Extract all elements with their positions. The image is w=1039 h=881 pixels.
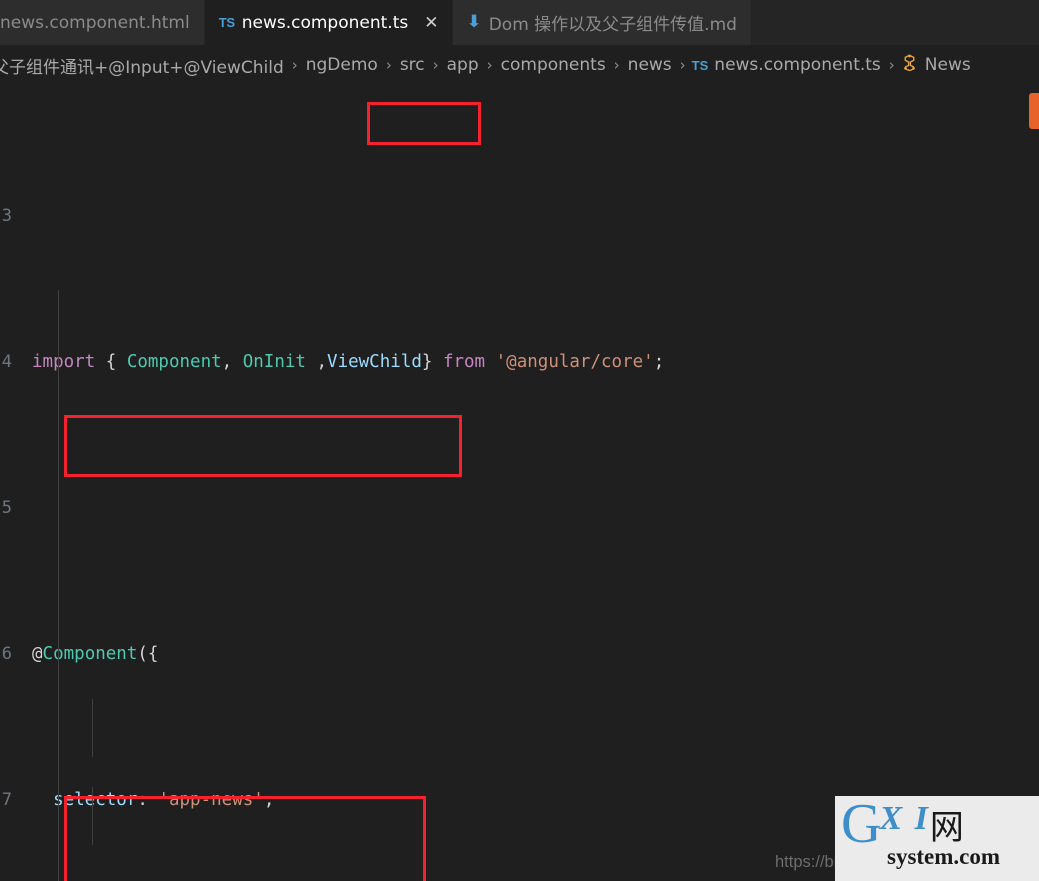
code-line: 6 @Component({ xyxy=(0,640,1039,669)
indent-guide xyxy=(58,436,59,881)
line-number: 6 xyxy=(1,643,12,664)
breadcrumb-item-news[interactable]: news xyxy=(626,55,674,75)
code-editor[interactable]: 3 4 import { Component, OnInit ,ViewChil… xyxy=(0,85,1039,881)
watermark-char-wang: 网 xyxy=(929,808,964,848)
breadcrumb-item-src[interactable]: src xyxy=(398,55,427,75)
breadcrumb-separator-icon: › xyxy=(486,56,493,74)
line-number: 7 xyxy=(1,789,12,810)
typescript-file-icon: TS xyxy=(691,57,709,73)
breadcrumb-item-project[interactable]: 父子组件通讯+@Input+@ViewChild xyxy=(0,53,286,78)
indent-guide xyxy=(58,290,59,436)
watermark-domain: system.com xyxy=(887,844,1001,869)
line-number: 4 xyxy=(1,351,12,372)
breadcrumb-item-components[interactable]: components xyxy=(499,55,608,75)
breadcrumb-separator-icon: › xyxy=(385,56,392,74)
code-line: 4 import { Component, OnInit ,ViewChild}… xyxy=(0,348,1039,377)
breadcrumb: 父子组件通讯+@Input+@ViewChild › ngDemo › src … xyxy=(0,45,1039,85)
breadcrumb-item-symbol[interactable]: News xyxy=(923,55,973,75)
tab-label: news.component.ts xyxy=(241,12,409,33)
code-content[interactable]: 3 4 import { Component, OnInit ,ViewChil… xyxy=(0,85,1039,881)
watermark-letter-g: G xyxy=(841,796,882,855)
breadcrumb-item-app[interactable]: app xyxy=(445,55,481,75)
breadcrumb-separator-icon: › xyxy=(291,56,298,74)
watermark-letters-xi: X I xyxy=(879,800,930,837)
tab-dom-markdown[interactable]: ⬇ Dom 操作以及父子组件传值.md xyxy=(453,0,752,45)
tab-label: news.component.html xyxy=(0,12,190,33)
line-number: 3 xyxy=(1,205,12,226)
close-icon[interactable]: ✕ xyxy=(424,14,438,31)
indent-guide xyxy=(92,699,93,757)
tab-news-component-ts[interactable]: TS news.component.ts ✕ xyxy=(204,0,454,45)
breadcrumb-item-ngdemo[interactable]: ngDemo xyxy=(304,55,380,75)
code-line: 3 xyxy=(0,202,1039,231)
typescript-file-icon: TS xyxy=(218,15,235,30)
code-line: 5 xyxy=(0,494,1039,523)
tab-news-component-html[interactable]: news.component.html xyxy=(0,0,205,45)
markdown-download-icon: ⬇ xyxy=(466,12,483,32)
breadcrumb-separator-icon: › xyxy=(888,56,895,74)
breadcrumb-item-file[interactable]: news.component.ts xyxy=(712,55,883,75)
breadcrumb-separator-icon: › xyxy=(613,56,620,74)
line-text: import { Component, OnInit ,ViewChild} f… xyxy=(32,351,665,372)
overview-ruler-marker xyxy=(1029,93,1039,129)
breadcrumb-separator-icon: › xyxy=(679,56,686,74)
line-text: @Component({ xyxy=(32,643,159,664)
class-symbol-icon xyxy=(901,54,918,76)
breadcrumb-separator-icon: › xyxy=(432,56,439,74)
watermark-logo: G X I 网 system.com xyxy=(835,796,1039,881)
editor-tab-bar: news.component.html TS news.component.ts… xyxy=(0,0,1039,45)
tab-label: Dom 操作以及父子组件传值.md xyxy=(488,15,737,35)
indent-guide xyxy=(92,816,93,845)
line-number: 5 xyxy=(1,497,12,518)
